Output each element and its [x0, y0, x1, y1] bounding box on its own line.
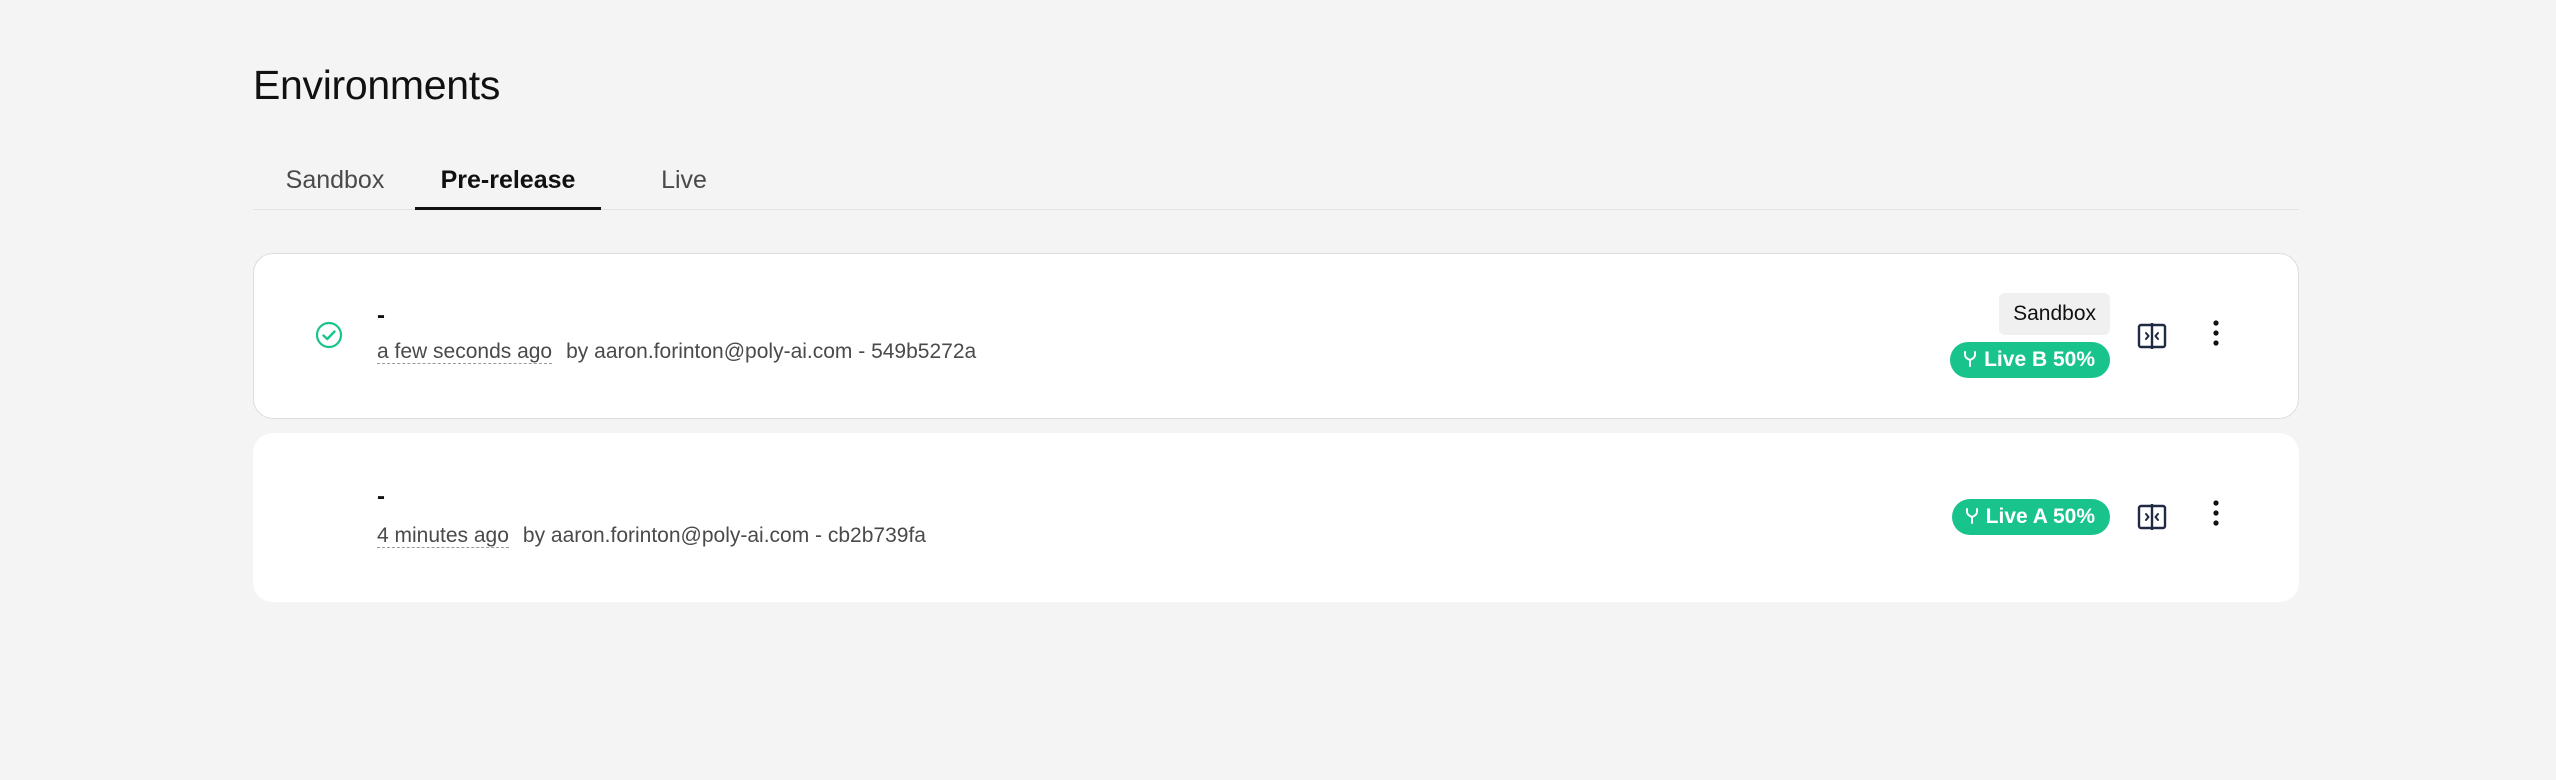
version-time-ago: a few seconds ago — [377, 340, 553, 364]
tab-sandbox[interactable]: Sandbox — [285, 154, 385, 207]
compare-columns-icon[interactable] — [2136, 501, 2168, 533]
version-name: - — [377, 483, 385, 510]
check-circle-icon — [315, 321, 343, 349]
compare-columns-icon[interactable] — [2136, 320, 2168, 352]
version-name: - — [377, 302, 385, 329]
live-badge: Live A 50% — [1951, 499, 2110, 535]
branch-icon — [1964, 501, 1980, 524]
version-details: by aaron.forinton@poly-ai.com - cb2b739f… — [522, 524, 926, 547]
version-card[interactable]: - 4 minutes ago by aaron.forinton@poly-ai… — [253, 433, 2299, 602]
tab-pre-release[interactable]: Pre-release — [415, 154, 601, 210]
version-meta: 4 minutes ago by aaron.forinton@poly-ai.c… — [377, 524, 926, 548]
branch-icon — [1962, 344, 1978, 367]
live-badge-label: Live B 50% — [1984, 348, 2095, 371]
version-meta: a few seconds ago by aaron.forinton@poly-… — [377, 340, 976, 364]
live-badge-label: Live A 50% — [1985, 505, 2095, 528]
page-title: Environments — [253, 62, 501, 108]
environment-badge: Sandbox — [1999, 293, 2110, 335]
more-vertical-icon[interactable] — [2204, 317, 2228, 349]
version-time-ago: 4 minutes ago — [377, 524, 509, 548]
version-card[interactable]: - a few seconds ago by aaron.forinton@pol… — [253, 253, 2299, 419]
more-vertical-icon[interactable] — [2204, 497, 2228, 529]
tab-live[interactable]: Live — [631, 154, 737, 207]
live-badge: Live B 50% — [1950, 342, 2110, 378]
environment-tabs: Sandbox Pre-release Live — [253, 154, 2299, 210]
version-details: by aaron.forinton@poly-ai.com - 549b5272… — [566, 340, 977, 363]
